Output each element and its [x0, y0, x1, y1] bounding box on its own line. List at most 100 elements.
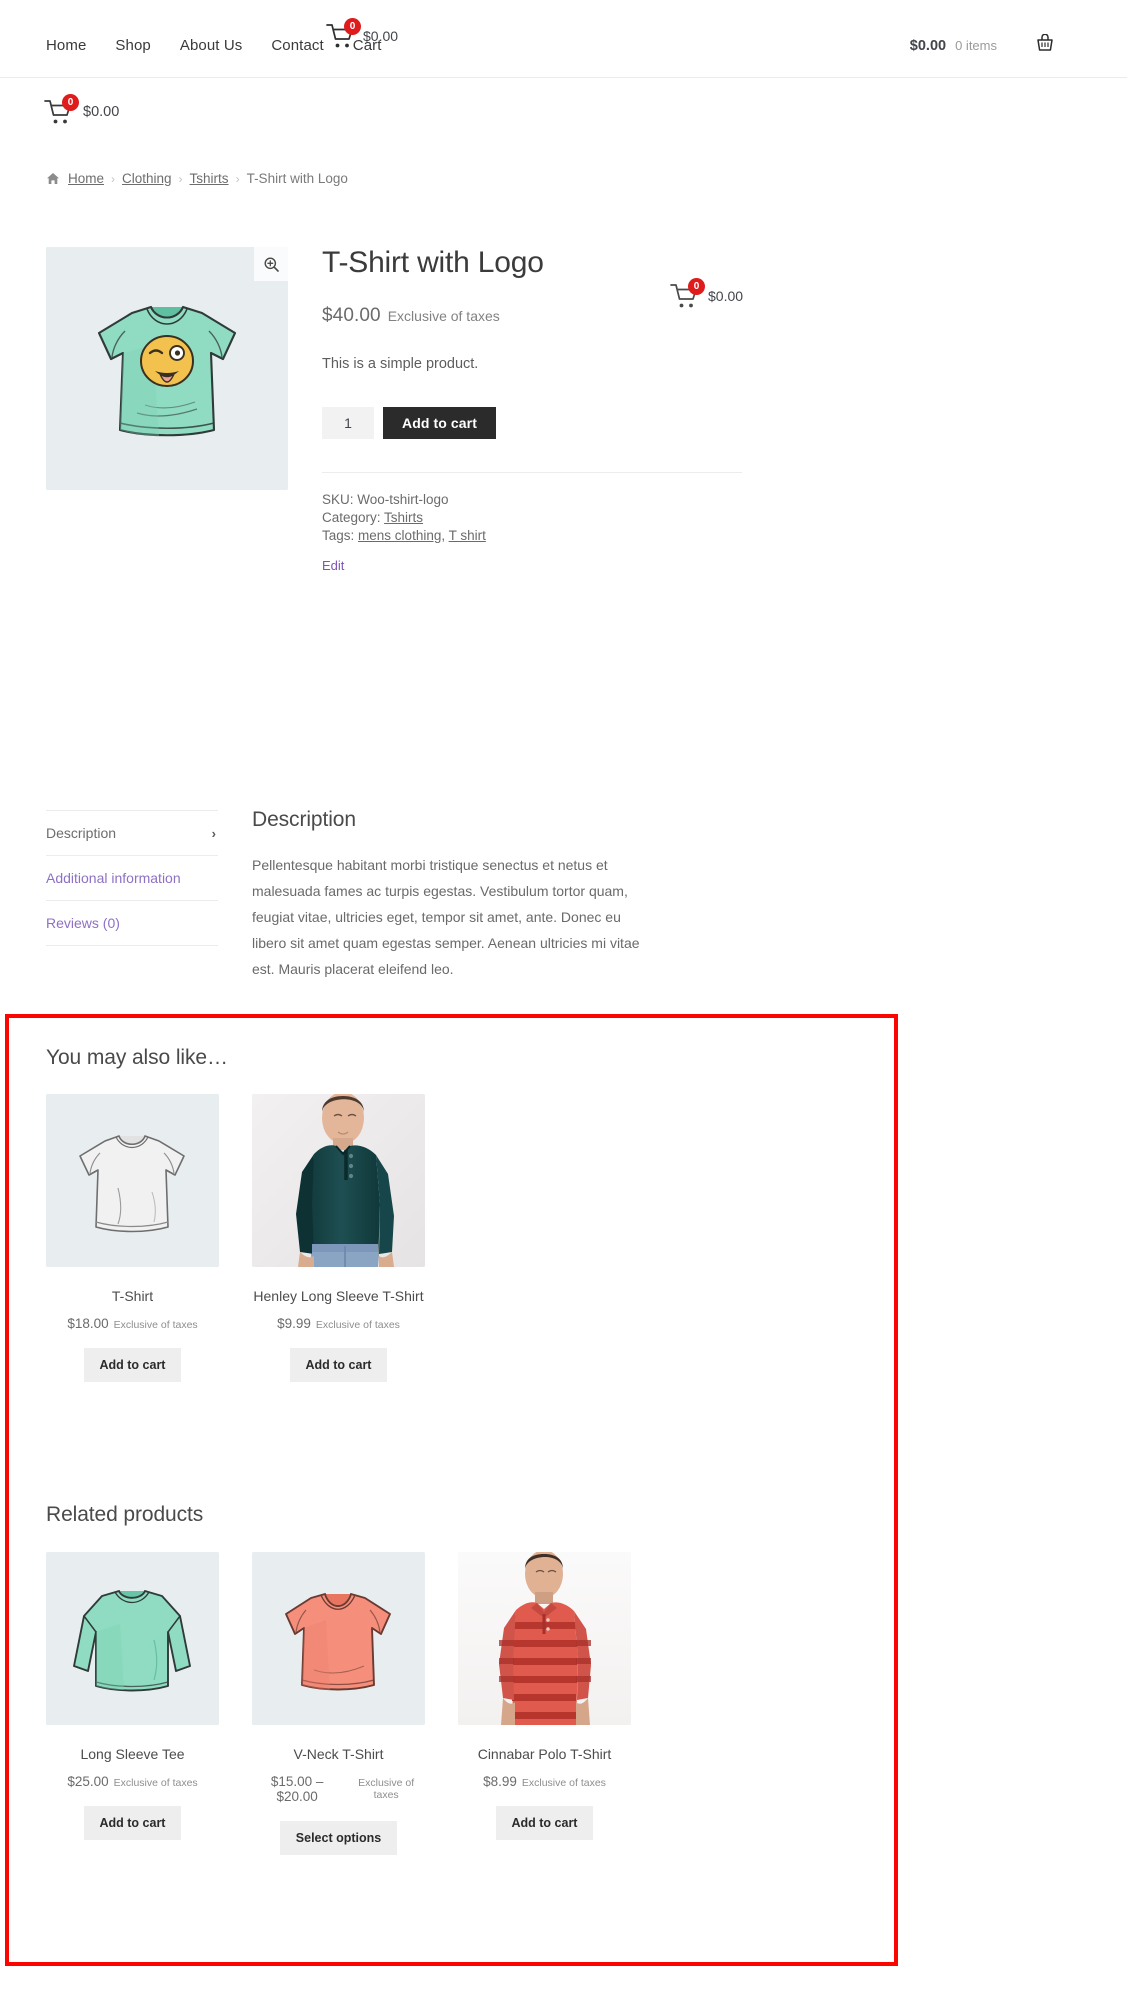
product-card-cinnabar-polo: Cinnabar Polo T-Shirt $8.99 Exclusive of…	[458, 1552, 631, 1855]
product-tags-line: Tags: mens clothing, T shirt	[322, 527, 742, 544]
product-price: $40.00	[322, 305, 381, 326]
breadcrumb-separator: ›	[111, 171, 116, 186]
product-price-row-tshirt: $18.00 Exclusive of taxes	[46, 1316, 219, 1331]
nav-item-contact[interactable]: Contact	[271, 36, 323, 56]
nav-item-shop[interactable]: Shop	[115, 36, 150, 56]
upsells-heading: You may also like…	[46, 1046, 228, 1069]
product-tax-note-cinnabar-polo: Exclusive of taxes	[521, 1777, 606, 1789]
product-thumbnail-long-sleeve-tee[interactable]	[46, 1552, 219, 1725]
basket-icon[interactable]	[1036, 34, 1054, 52]
product-tax-note: Exclusive of taxes	[387, 308, 500, 324]
product-tabs-nav: Description › Additional information Rev…	[46, 810, 218, 946]
header-cart-total: $0.00	[909, 38, 947, 54]
product-price-row-long-sleeve-tee: $25.00 Exclusive of taxes	[46, 1774, 219, 1789]
chevron-right-icon: ›	[211, 825, 216, 841]
shopping-cart-icon: 0	[44, 94, 79, 126]
add-to-cart-button-cinnabar-polo[interactable]: Add to cart	[495, 1806, 594, 1840]
product-price-v-neck-tshirt: $15.00 – $20.00	[270, 1774, 324, 1804]
tab-additional-information[interactable]: Additional information	[46, 856, 218, 901]
tags-separator: ,	[441, 528, 449, 543]
breadcrumb-item-clothing[interactable]: Clothing	[122, 171, 172, 186]
floating-cart-widget[interactable]: 0 $0.00	[670, 278, 744, 310]
product-card-long-sleeve-tee: Long Sleeve Tee $25.00 Exclusive of taxe…	[46, 1552, 219, 1855]
product-tax-note-v-neck-tshirt: Exclusive of taxes	[358, 1777, 415, 1801]
tag-link-t-shirt[interactable]: T shirt	[449, 528, 486, 543]
product-gallery[interactable]	[46, 247, 288, 490]
tag-link-mens-clothing[interactable]: mens clothing	[358, 528, 441, 543]
category-label: Category:	[322, 510, 381, 525]
product-price-tshirt: $18.00	[67, 1316, 109, 1331]
cart-count-badge: 0	[688, 278, 705, 295]
product-title-v-neck-tshirt[interactable]: V-Neck T-Shirt	[252, 1745, 425, 1763]
illustration-vneck	[252, 1552, 425, 1725]
illustration-white-tee	[46, 1094, 219, 1267]
product-price-henley: $9.99	[277, 1316, 311, 1331]
product-main-image	[46, 247, 288, 490]
product-thumbnail-cinnabar-polo[interactable]	[458, 1552, 631, 1725]
product-price-row-henley: $9.99 Exclusive of taxes	[252, 1316, 425, 1331]
product-price-row-v-neck-tshirt: $15.00 – $20.00 Exclusive of taxes	[252, 1774, 425, 1804]
cart-count-badge: 0	[62, 94, 79, 111]
breadcrumb-separator: ›	[178, 171, 183, 186]
header-mini-cart-amount: $0.00	[363, 28, 399, 44]
tags-label: Tags:	[322, 528, 355, 543]
product-card-henley: Henley Long Sleeve T-Shirt $9.99 Exclusi…	[252, 1094, 425, 1382]
product-tax-note-henley: Exclusive of taxes	[315, 1319, 400, 1331]
add-to-cart-button-long-sleeve-tee[interactable]: Add to cart	[83, 1806, 182, 1840]
tab-description-label: Description	[46, 825, 117, 841]
product-card-v-neck-tshirt: V-Neck T-Shirt $15.00 – $20.00 Exclusive…	[252, 1552, 425, 1855]
nav-item-home[interactable]: Home	[46, 36, 86, 56]
product-sku-line: SKU: Woo-tshirt-logo	[322, 491, 742, 508]
add-to-cart-form: Add to cart	[322, 407, 742, 439]
product-tax-note-tshirt: Exclusive of taxes	[113, 1319, 198, 1331]
floating-cart-amount: $0.00	[708, 288, 744, 304]
nav-item-about-us[interactable]: About Us	[180, 36, 243, 56]
category-link-tshirts[interactable]: Tshirts	[384, 510, 423, 525]
product-thumbnail-v-neck-tshirt[interactable]	[252, 1552, 425, 1725]
product-title-cinnabar-polo[interactable]: Cinnabar Polo T-Shirt	[458, 1745, 631, 1763]
quantity-input[interactable]	[322, 407, 374, 439]
edit-product-link[interactable]: Edit	[322, 558, 344, 573]
product-category-line: Category: Tshirts	[322, 509, 742, 526]
secondary-cart-widget[interactable]: 0 $0.00	[44, 94, 120, 126]
home-icon	[46, 172, 60, 185]
breadcrumb: Home › Clothing › Tshirts › T-Shirt with…	[46, 171, 348, 186]
shopping-cart-icon: 0	[326, 18, 361, 50]
breadcrumb-item-tshirts[interactable]: Tshirts	[190, 171, 229, 186]
description-body: Pellentesque habitant morbi tristique se…	[252, 857, 640, 977]
product-price-long-sleeve-tee: $25.00	[67, 1774, 109, 1789]
related-products-heading: Related products	[46, 1503, 204, 1526]
secondary-cart-amount: $0.00	[83, 104, 120, 120]
header-mini-cart[interactable]: 0 $0.00	[326, 18, 399, 50]
product-thumbnail-tshirt[interactable]	[46, 1094, 219, 1267]
add-to-cart-button[interactable]: Add to cart	[383, 407, 496, 439]
product-title-tshirt[interactable]: T-Shirt	[46, 1287, 219, 1305]
add-to-cart-button-tshirt[interactable]: Add to cart	[83, 1348, 182, 1382]
tab-additional-information-label: Additional information	[46, 870, 181, 886]
select-options-button-v-neck-tshirt[interactable]: Select options	[279, 1821, 398, 1855]
product-title-henley[interactable]: Henley Long Sleeve T-Shirt	[252, 1287, 425, 1305]
add-to-cart-button-henley[interactable]: Add to cart	[289, 1348, 388, 1382]
site-header: Home Shop About Us Contact Cart 0 $0.00 …	[0, 0, 1127, 78]
header-cart-item-count: 0 items	[955, 38, 997, 53]
product-tax-note-long-sleeve-tee: Exclusive of taxes	[113, 1777, 198, 1789]
shopping-cart-icon: 0	[670, 278, 705, 310]
page-title: T-Shirt with Logo	[322, 246, 544, 279]
product-price-cinnabar-polo: $8.99	[483, 1774, 517, 1789]
photo-henley	[252, 1094, 425, 1267]
illustration-long-sleeve	[46, 1552, 219, 1725]
breadcrumb-item-home[interactable]: Home	[68, 171, 104, 186]
header-cart-summary[interactable]: $0.00 0 items	[910, 38, 997, 54]
breadcrumb-item-current: T-Shirt with Logo	[246, 171, 348, 186]
tab-description[interactable]: Description ›	[46, 810, 218, 856]
product-thumbnail-henley[interactable]	[252, 1094, 425, 1267]
tab-reviews[interactable]: Reviews (0)	[46, 901, 218, 946]
cart-count-badge: 0	[344, 18, 361, 35]
upsells-grid: T-Shirt $18.00 Exclusive of taxes Add to…	[46, 1094, 425, 1382]
product-page: Home Shop About Us Contact Cart 0 $0.00 …	[0, 0, 1127, 1999]
breadcrumb-separator: ›	[235, 171, 240, 186]
product-meta: SKU: Woo-tshirt-logo Category: Tshirts T…	[322, 472, 742, 575]
product-short-description: This is a simple product.	[322, 356, 479, 372]
magnifier-plus-icon[interactable]	[254, 247, 288, 281]
product-title-long-sleeve-tee[interactable]: Long Sleeve Tee	[46, 1745, 219, 1763]
